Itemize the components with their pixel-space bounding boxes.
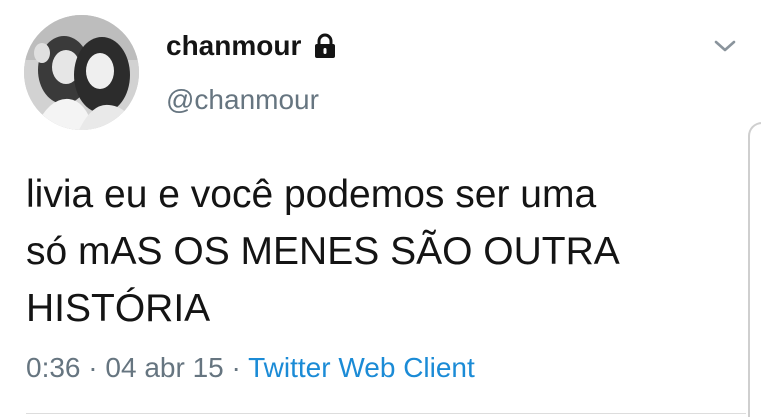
tweet-text-line: só mAS OS MENES SÃO OUTRA	[26, 230, 620, 273]
lock-icon	[311, 32, 339, 60]
tweet-text-line: livia eu e você podemos ser uma	[26, 173, 597, 216]
tweet-text: livia eu e você podemos ser uma só mAS O…	[26, 166, 726, 337]
side-frame	[748, 122, 761, 417]
meta-separator: ·	[231, 352, 241, 383]
tweet-date[interactable]: 04 abr 15	[105, 352, 223, 383]
divider	[26, 413, 746, 414]
tweet-text-line: HISTÓRIA	[26, 287, 211, 330]
avatar-photo	[24, 15, 139, 130]
author-handle[interactable]: @chanmour	[166, 80, 319, 120]
display-name[interactable]: chanmour	[166, 26, 301, 66]
avatar[interactable]	[24, 15, 139, 130]
tweet-source-link[interactable]: Twitter Web Client	[248, 352, 475, 383]
tweet-card: chanmour @chanmour livia eu e você podem…	[0, 0, 761, 417]
author-name-row: chanmour	[166, 26, 339, 66]
tweet-time[interactable]: 0:36	[26, 352, 81, 383]
chevron-down-icon[interactable]	[708, 34, 742, 58]
meta-separator: ·	[88, 352, 98, 383]
tweet-meta: 0:36 · 04 abr 15 · Twitter Web Client	[26, 348, 475, 388]
